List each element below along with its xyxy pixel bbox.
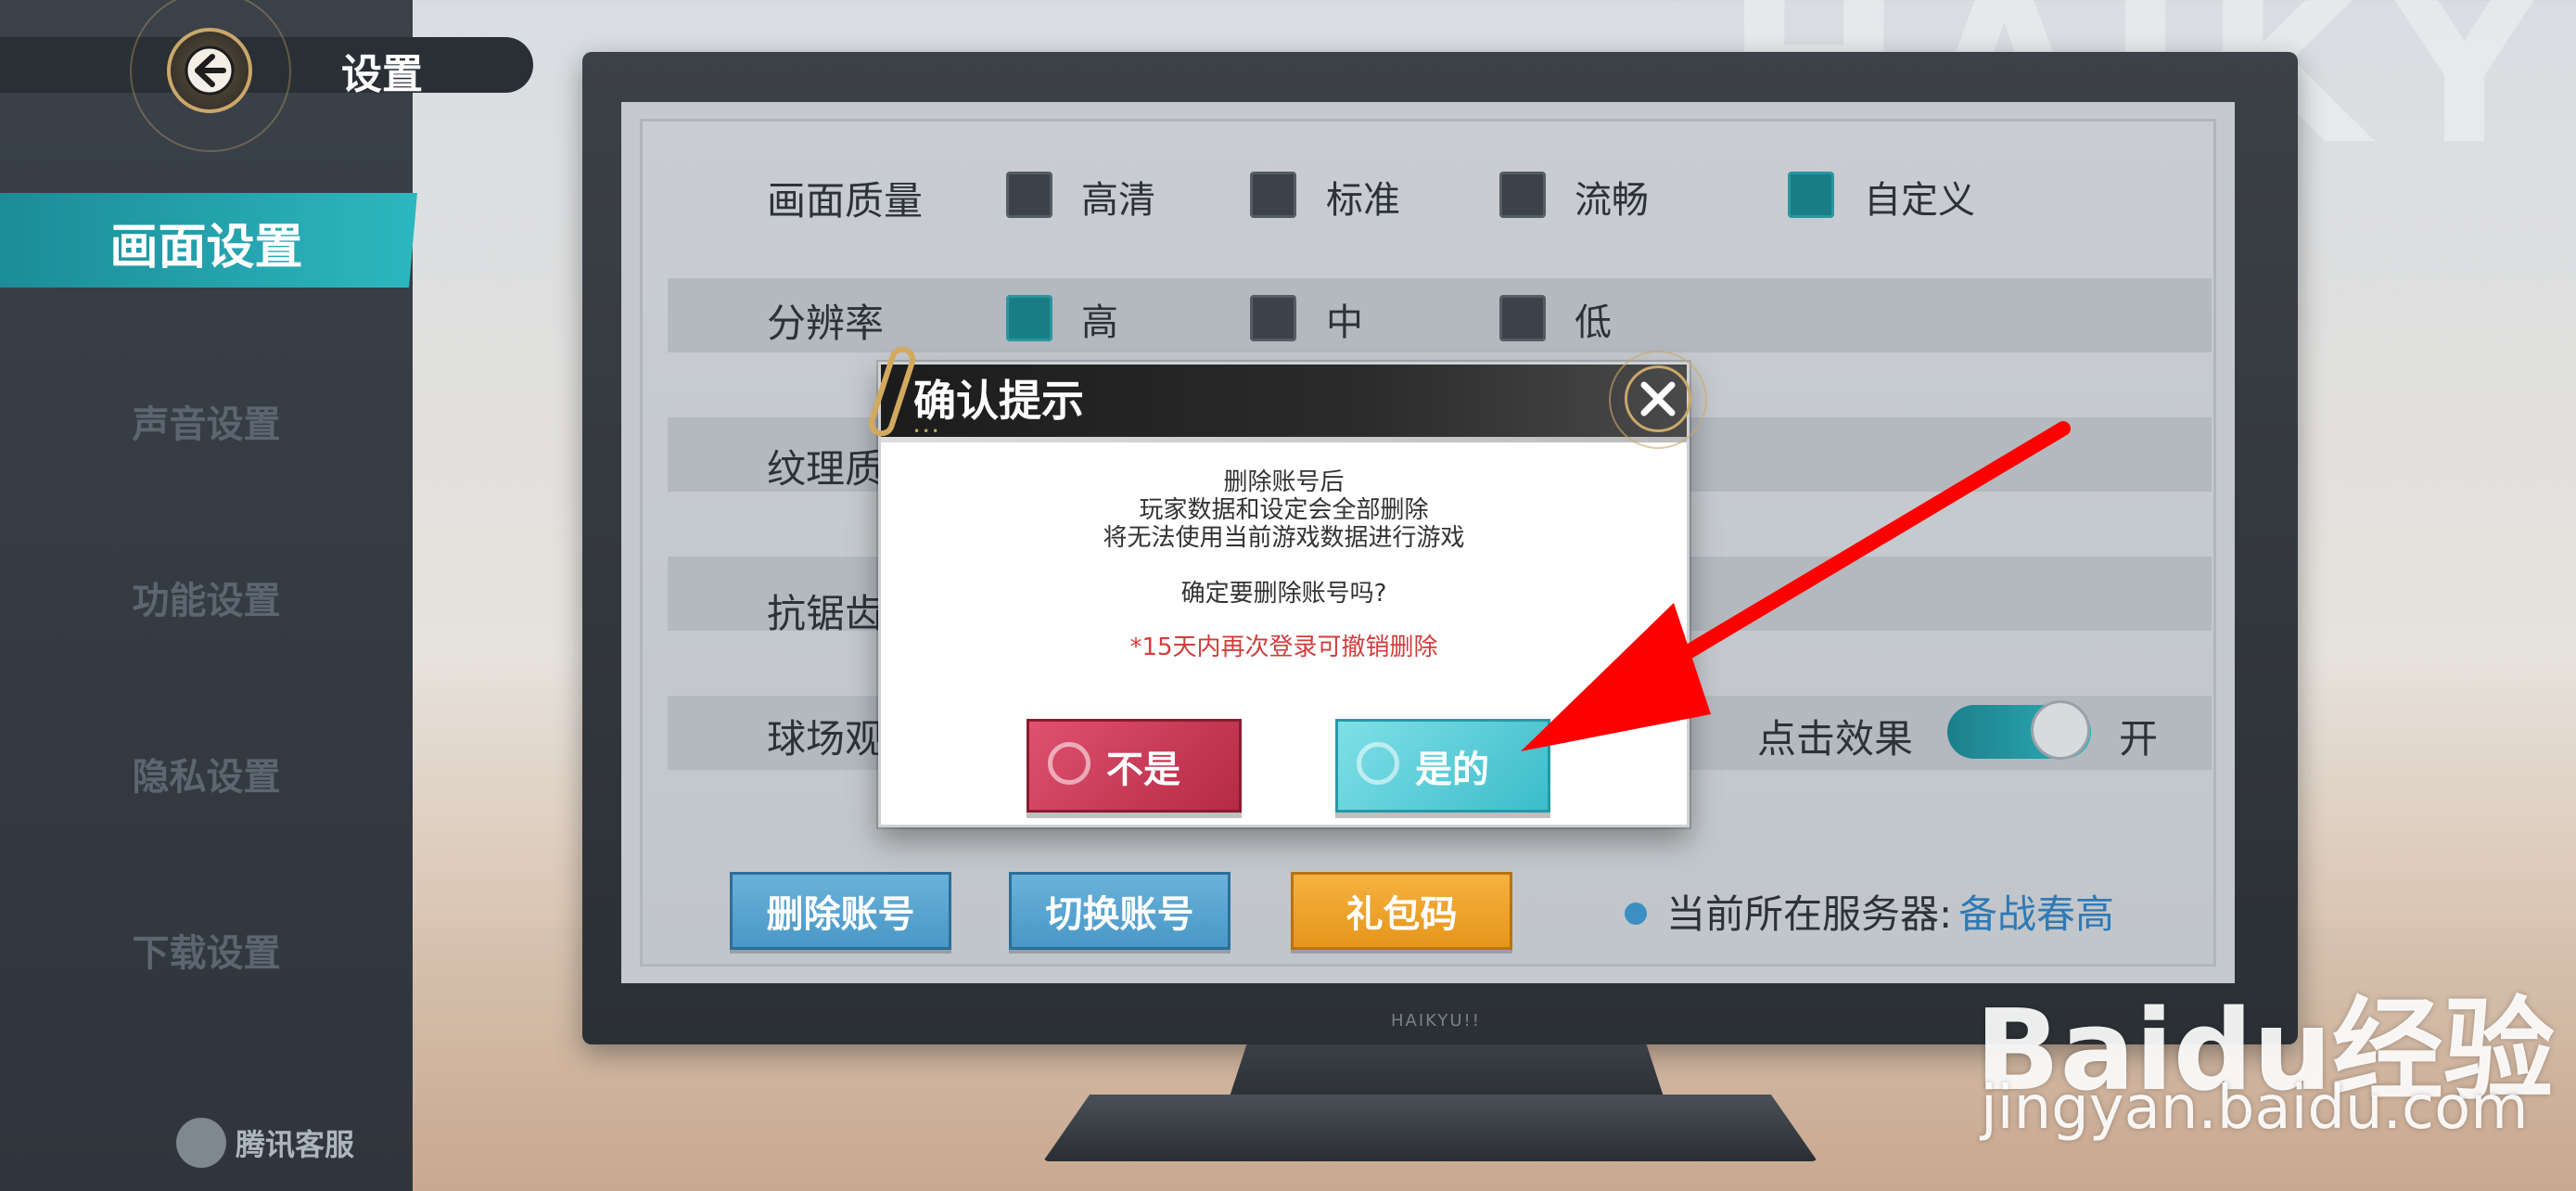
texture-label: 纹理质	[767, 446, 885, 492]
server-name[interactable]: 备战春高	[1958, 883, 2114, 940]
back-button[interactable]	[167, 28, 252, 113]
monitor-brand: HAIKYU!!	[1391, 1011, 1481, 1031]
quality-standard-checkbox[interactable]	[1250, 172, 1296, 218]
confirm-button[interactable]: 是的	[1335, 719, 1550, 813]
ring-icon	[1357, 742, 1399, 785]
resolution-medium-checkbox[interactable]	[1250, 295, 1296, 341]
dialog-line-1: 删除账号后	[1223, 468, 1345, 496]
dialog-line-3: 将无法使用当前游戏数据进行游戏	[1103, 524, 1465, 552]
dialog-decoration: •••	[913, 425, 942, 438]
monitor-base	[1043, 1095, 1817, 1161]
customer-service-link[interactable]: 腾讯客服	[176, 1118, 354, 1168]
sidebar-item-sound[interactable]: 声音设置	[0, 394, 413, 448]
page-title: 设置	[341, 51, 423, 98]
back-arrow-icon	[185, 45, 235, 96]
resolution-high-label: 高	[1081, 301, 1118, 344]
headset-icon	[176, 1118, 226, 1168]
resolution-high-checkbox[interactable]	[1006, 295, 1052, 341]
resolution-label: 分辨率	[767, 301, 885, 346]
resolution-low-label: 低	[1575, 301, 1612, 344]
quality-hd-label: 高清	[1081, 179, 1155, 222]
sidebar-item-download[interactable]: 下载设置	[0, 923, 413, 977]
gift-code-button[interactable]: 礼包码	[1291, 872, 1512, 950]
click-effect-state: 开	[2119, 716, 2159, 762]
ring-icon	[1048, 742, 1090, 785]
confirm-button-label: 是的	[1415, 748, 1489, 791]
delete-account-button[interactable]: 删除账号	[730, 872, 951, 950]
quality-hd-checkbox[interactable]	[1006, 172, 1052, 218]
cancel-button-label: 不是	[1106, 748, 1180, 791]
click-effect-label: 点击效果	[1757, 716, 1914, 762]
sidebar-item-privacy[interactable]: 隐私设置	[0, 747, 413, 800]
resolution-medium-label: 中	[1326, 301, 1363, 344]
court-label: 球场观	[767, 716, 885, 762]
sidebar-item-graphics-label: 画面设置	[109, 220, 303, 275]
customer-service-label: 腾讯客服	[236, 1127, 355, 1162]
quality-custom-label: 自定义	[1864, 179, 1975, 222]
switch-account-button[interactable]: 切换账号	[1009, 872, 1231, 950]
antialias-label: 抗锯齿	[767, 591, 885, 636]
dialog-question: 确定要删除账号吗?	[1180, 580, 1387, 608]
dialog-note: *15天内再次登录可撤销删除	[1129, 634, 1438, 661]
dialog-header-strip	[881, 437, 1687, 442]
close-icon	[1640, 381, 1676, 416]
quality-smooth-checkbox[interactable]	[1499, 172, 1546, 218]
row-band	[668, 278, 2212, 352]
quality-custom-checkbox[interactable]	[1788, 172, 1834, 218]
quality-label: 画面质量	[767, 178, 924, 224]
dialog-title: 确认提示	[913, 376, 1084, 426]
cancel-button[interactable]: 不是	[1027, 719, 1242, 813]
baidu-watermark-url: jingyan.baidu.com	[1981, 1074, 2529, 1143]
close-button[interactable]	[1625, 365, 1691, 432]
quality-standard-label: 标准	[1326, 179, 1400, 222]
quality-smooth-label: 流畅	[1575, 179, 1649, 222]
server-label: 当前所在服务器:	[1666, 891, 1953, 937]
resolution-low-checkbox[interactable]	[1499, 295, 1546, 341]
server-status-dot	[1625, 903, 1647, 925]
sidebar-item-function[interactable]: 功能设置	[0, 570, 413, 624]
dialog-line-2: 玩家数据和设定会全部删除	[1139, 496, 1429, 524]
click-effect-toggle-knob[interactable]	[2031, 700, 2090, 760]
